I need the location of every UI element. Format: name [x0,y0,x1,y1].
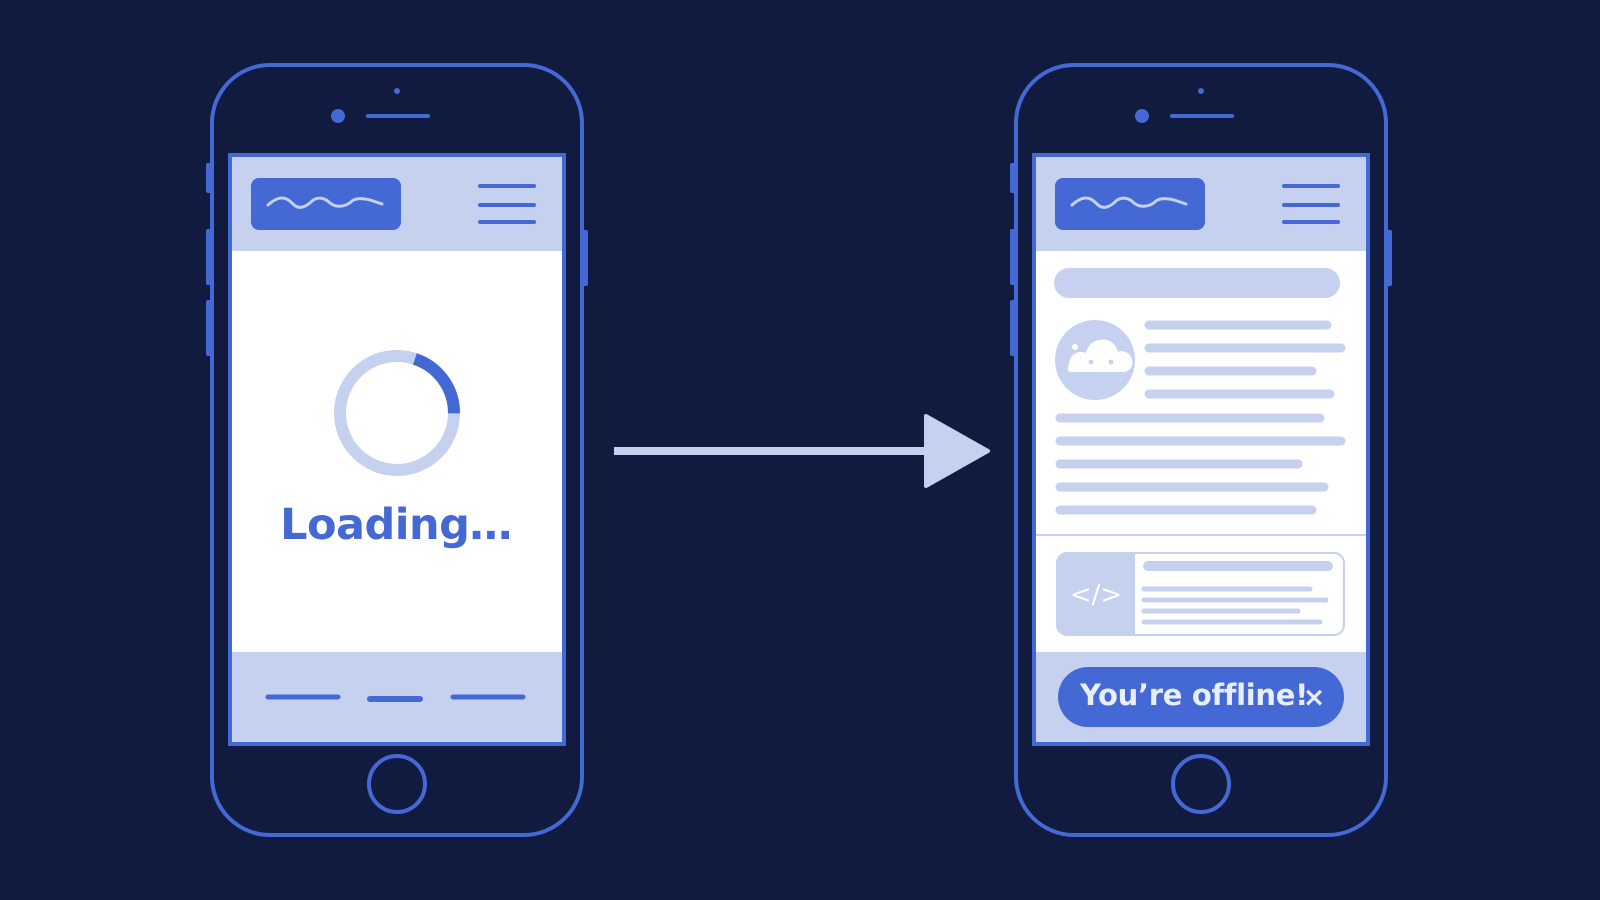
phone-camera [1135,109,1149,123]
loading-phone [206,63,588,837]
phone-screen: </> [1032,153,1370,746]
code-card[interactable]: </> [1056,552,1345,636]
phone-sensor [1198,88,1204,94]
offline-toast-message: You’re offline! [1080,678,1309,712]
phone-camera [331,109,345,123]
code-brackets-icon: </> [1070,580,1122,610]
illustration-canvas: </> [206,63,1392,837]
close-icon[interactable]: × [1296,680,1332,716]
loading-status-text: Loading… [280,500,512,550]
transition-arrow [614,414,990,488]
phone-screen [228,153,566,746]
avatar [1055,320,1135,400]
phone-sensor [394,88,400,94]
title-placeholder-bar [1054,268,1340,298]
illustration-stage: </> Loading… You’re offline! × [0,0,1600,900]
arrow-head-icon [924,414,990,488]
